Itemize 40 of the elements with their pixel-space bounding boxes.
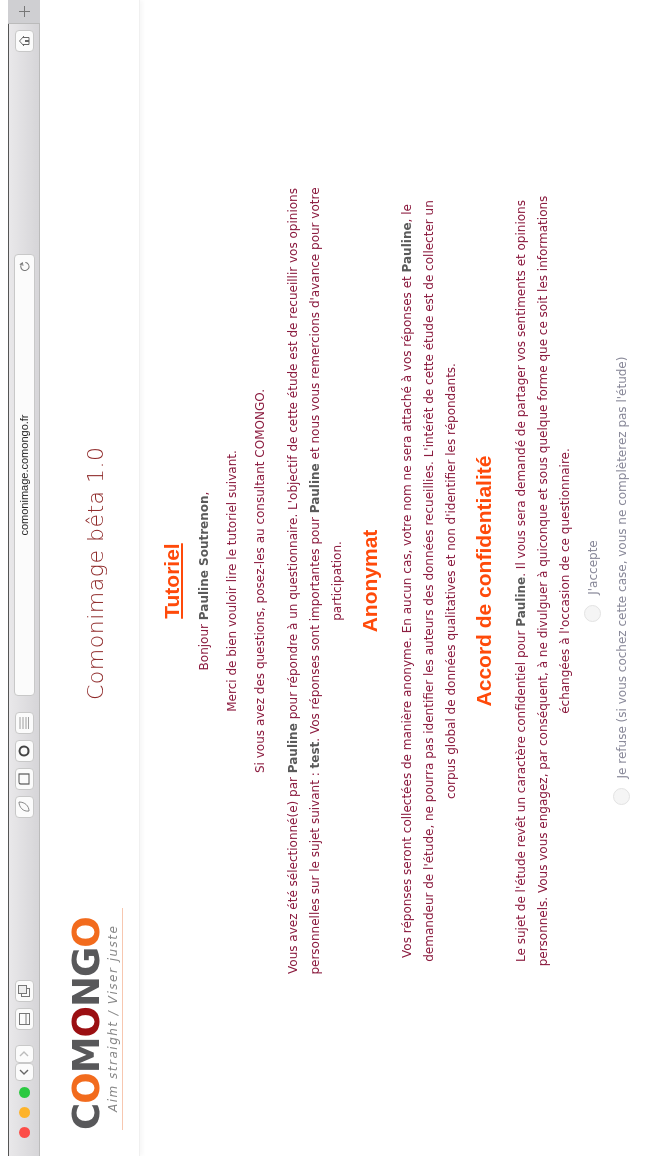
greeting-line: Merci de bien vouloir lire le tutoriel suivant.	[224, 450, 240, 712]
house-icon	[18, 35, 30, 47]
address-field[interactable]: comonimage.comongo.fr	[13, 254, 35, 696]
book-icon	[18, 773, 30, 785]
tabs-button[interactable]	[14, 980, 34, 1002]
chevron-right-icon	[19, 1049, 29, 1059]
plus-icon	[18, 6, 30, 17]
close-window-icon[interactable]	[18, 1127, 30, 1138]
section-heading: Tutoriel	[160, 543, 184, 619]
greeting-line: Si vous avez des questions, posez-les au consultant COMONGO.	[252, 389, 268, 773]
bookmarks-button[interactable]	[14, 768, 34, 790]
sidebar-icon	[18, 1013, 30, 1025]
minimize-window-icon[interactable]	[18, 1107, 30, 1118]
settings-button[interactable]	[14, 740, 34, 762]
reader-icon	[19, 717, 29, 729]
home-button[interactable]	[14, 30, 34, 52]
back-button[interactable]	[14, 1063, 34, 1081]
zoom-window-icon[interactable]	[18, 1087, 30, 1098]
chevron-left-icon	[19, 1067, 29, 1077]
radio-button[interactable]	[613, 788, 630, 806]
forward-button[interactable]	[14, 1045, 34, 1063]
radio-label[interactable]: Je refuse (si vous cochez cette case, vous ne complèterez pas l'étude)	[614, 356, 629, 779]
logo-tagline: Aim straight / Viser juste	[106, 923, 120, 1115]
leaf-icon	[18, 801, 30, 813]
radio-label[interactable]: J'accepte	[585, 540, 600, 595]
tabs-icon	[18, 985, 30, 997]
section-heading: Anonymat	[358, 529, 382, 633]
paragraph: Le sujet de l'étude revêt un caractère confidentiel pour Pauline. Il vous sera demandé de partager vos sentiments et opinions personnels. Vous vous engagez, par conséquent, à ne divulguer à quiconque et sous quelque forme que ce soit les informations échangées à l'occasion de ce questionnaire.	[513, 194, 573, 969]
share-button[interactable]	[14, 796, 34, 818]
logo-wordmark: COMONGO	[68, 916, 106, 1130]
greeting-line: Bonjour Pauline Soutrenon,	[196, 491, 212, 671]
settings-icon	[18, 745, 30, 757]
reload-icon[interactable]	[18, 261, 30, 272]
sidebar-button[interactable]	[14, 1008, 34, 1030]
reader-button[interactable]	[14, 712, 34, 734]
page-title: Comonimage bêta 1.0	[83, 446, 108, 700]
radio-button[interactable]	[584, 604, 601, 622]
paragraph: Vous avez été sélectionné(e) par Pauline pour répondre à un questionnaire. L'objectif de cette étude est de recueillir vos opinions personnelles sur le sujet suivant : test. Vos réponses sont importantes pour Pauline et nous vous remercions d'avance pour votre participation.	[285, 186, 345, 976]
new-tab-button[interactable]	[8, 0, 40, 24]
section-heading: Accord de confidentialité	[472, 455, 496, 707]
